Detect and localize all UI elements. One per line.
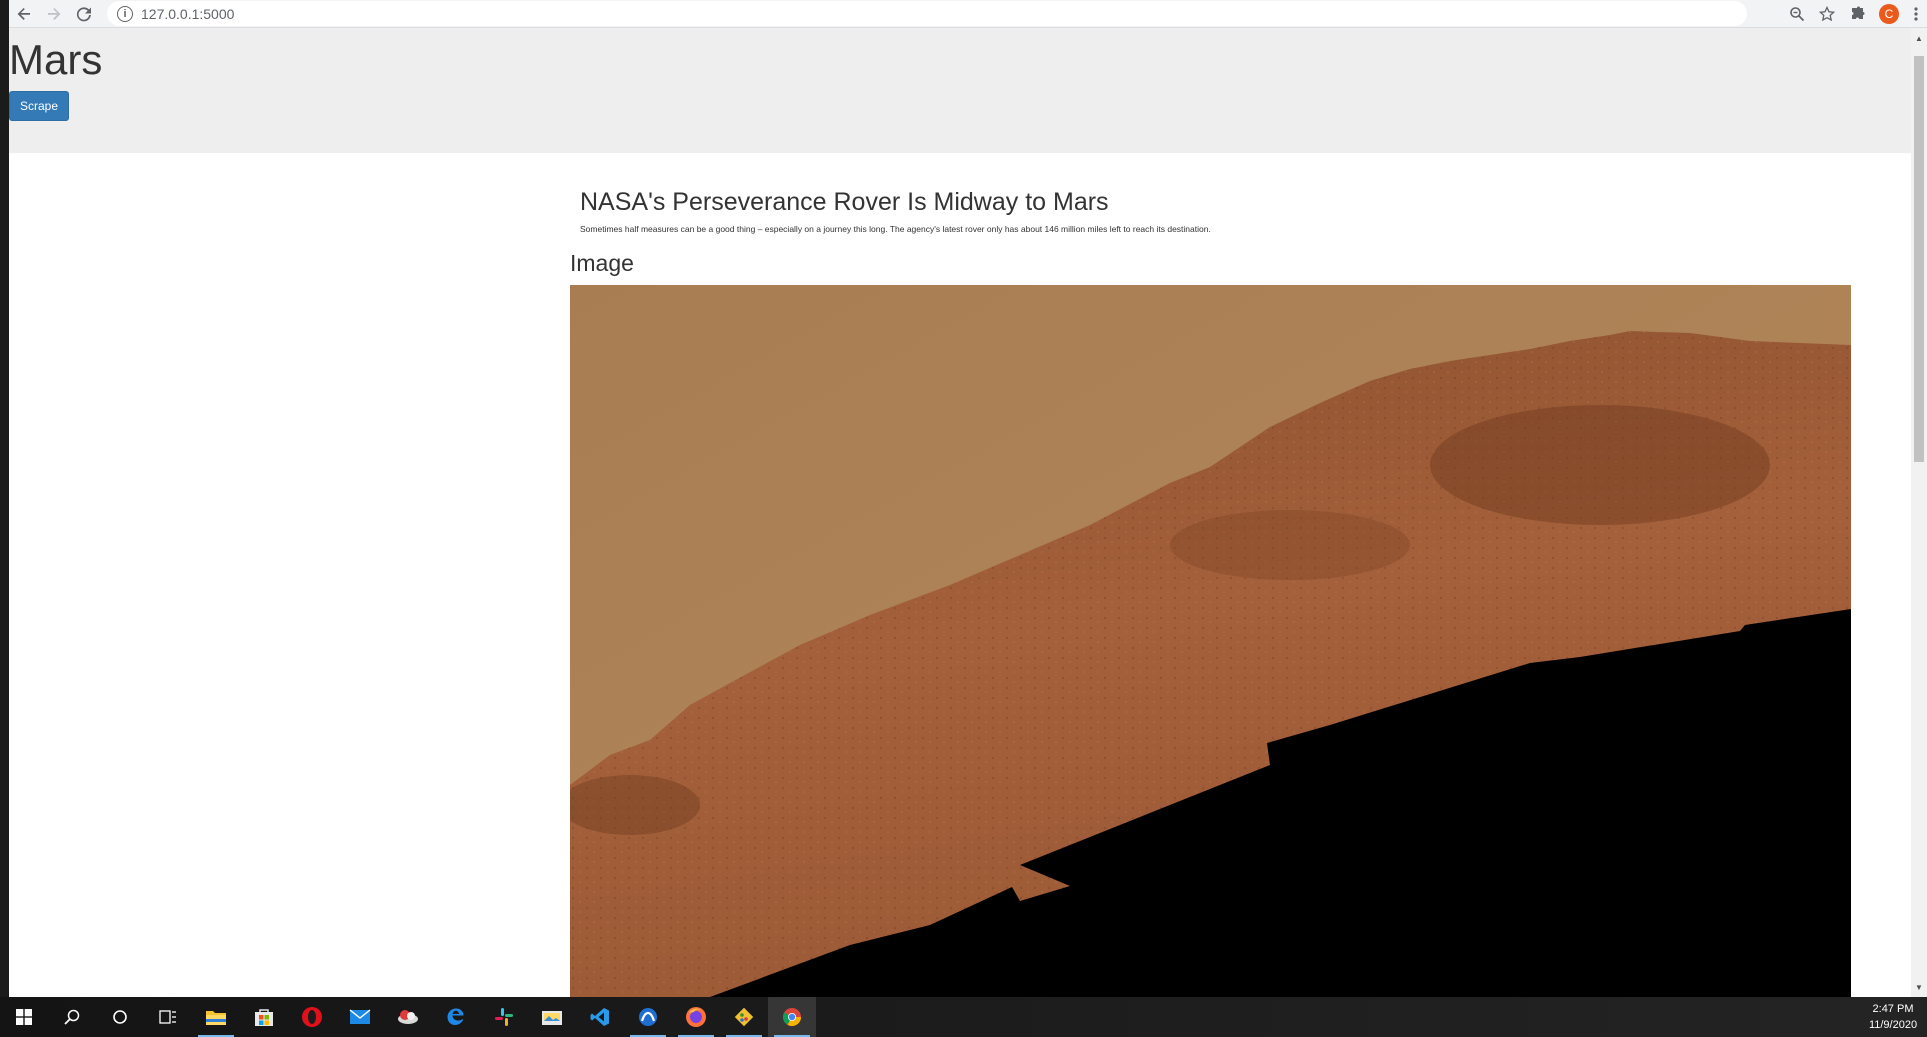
vscode-button[interactable] — [576, 997, 624, 1037]
page-title: Mars — [9, 36, 103, 83]
zoom-icon[interactable] — [1789, 6, 1805, 22]
page-viewport: Mars Scrape NASA's Perseverance Rover Is… — [9, 28, 1911, 997]
featured-mars-image — [570, 285, 1851, 997]
mail-icon — [349, 1009, 371, 1024]
opera-icon — [302, 1007, 322, 1027]
system-clock[interactable]: 2:47 PM 11/9/2020 — [1863, 1001, 1923, 1033]
taskbar-search-button[interactable] — [48, 997, 96, 1037]
store-icon — [255, 1009, 273, 1026]
news-teaser: Sometimes half measures can be a good th… — [580, 224, 1211, 234]
image-heading: Image — [570, 250, 634, 276]
search-icon — [64, 1009, 80, 1025]
git-icon — [734, 1007, 754, 1027]
mail-button[interactable] — [336, 997, 384, 1037]
firefox-icon — [686, 1007, 706, 1027]
forward-arrow-icon — [48, 7, 61, 20]
weather-app-icon — [398, 1010, 418, 1024]
scrollbar-thumb[interactable] — [1914, 56, 1924, 462]
back-button[interactable] — [9, 0, 39, 27]
scroll-down-arrow-icon[interactable]: ▼ — [1911, 979, 1927, 995]
forward-button[interactable] — [39, 0, 69, 27]
menu-dots-icon[interactable] — [1913, 6, 1919, 22]
window-frame — [0, 0, 9, 997]
scrape-button[interactable]: Scrape — [9, 91, 69, 121]
profile-avatar[interactable]: C — [1879, 3, 1899, 24]
firefox-button[interactable] — [672, 997, 720, 1037]
info-icon[interactable]: i — [117, 5, 133, 22]
windows-logo-icon — [16, 1009, 32, 1025]
weather-app-button[interactable] — [384, 997, 432, 1037]
cortana-icon — [113, 1010, 127, 1024]
chrome-icon — [782, 1008, 801, 1027]
app-button[interactable] — [624, 997, 672, 1037]
opera-button[interactable] — [288, 997, 336, 1037]
file-explorer-icon — [206, 1011, 226, 1025]
reload-icon — [76, 6, 91, 21]
extensions-puzzle-icon[interactable] — [1849, 6, 1865, 22]
jumbotron: Mars Scrape — [9, 28, 1911, 153]
slack-icon — [495, 1008, 513, 1026]
start-button[interactable] — [0, 997, 48, 1037]
app-icon — [639, 1008, 657, 1026]
task-view-button[interactable] — [144, 997, 192, 1037]
git-button[interactable] — [720, 997, 768, 1037]
reload-button[interactable] — [69, 0, 99, 27]
store-button[interactable] — [240, 997, 288, 1037]
clock-date: 11/9/2020 — [1868, 1019, 1918, 1031]
clock-time: 2:47 PM — [1872, 1003, 1914, 1015]
cortana-button[interactable] — [96, 997, 144, 1037]
photos-button[interactable] — [528, 997, 576, 1037]
file-explorer-button[interactable] — [192, 997, 240, 1037]
address-bar[interactable]: i 127.0.0.1:5000 — [107, 1, 1747, 26]
windows-taskbar: 2:47 PM 11/9/2020 — [0, 997, 1927, 1037]
chrome-button[interactable] — [768, 997, 816, 1037]
browser-toolbar: i 127.0.0.1:5000 C — [9, 0, 1927, 28]
edge-button[interactable] — [432, 997, 480, 1037]
slack-button[interactable] — [480, 997, 528, 1037]
edge-icon — [447, 1008, 464, 1025]
photos-icon — [542, 1011, 562, 1025]
bookmark-star-icon[interactable] — [1819, 5, 1835, 22]
vertical-scrollbar[interactable]: ▲ ▼ — [1911, 28, 1927, 997]
vscode-icon — [590, 1008, 609, 1026]
url-text: 127.0.0.1:5000 — [141, 5, 235, 22]
task-view-icon — [159, 1010, 176, 1024]
news-title: NASA's Perseverance Rover Is Midway to M… — [580, 188, 1109, 216]
scroll-up-arrow-icon[interactable]: ▲ — [1911, 30, 1927, 46]
back-arrow-icon — [17, 7, 30, 20]
